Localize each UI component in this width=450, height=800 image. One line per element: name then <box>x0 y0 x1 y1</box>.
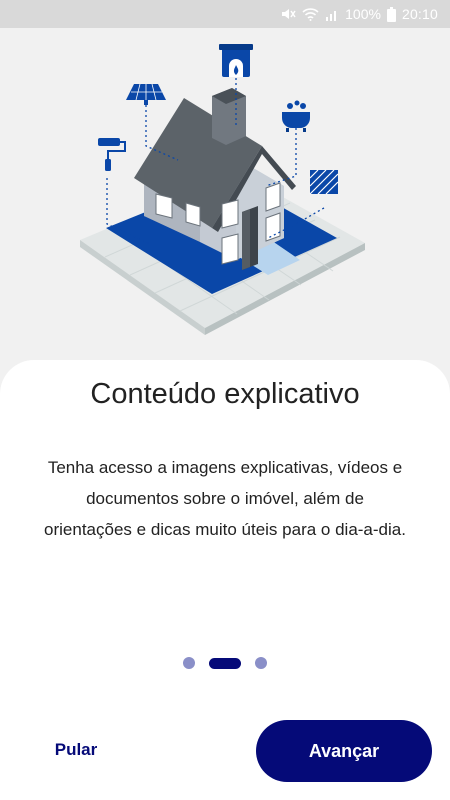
signal-icon <box>325 8 339 21</box>
battery-icon <box>386 6 396 22</box>
status-bar: 100% 20:10 <box>0 0 450 28</box>
wall-texture-icon <box>309 169 339 195</box>
solar-panel-icon <box>126 83 166 105</box>
battery-level: 100% <box>345 6 381 22</box>
bathtub-icon <box>282 100 310 132</box>
wifi-icon <box>302 7 319 21</box>
status-time: 20:10 <box>401 6 438 22</box>
page-dot-1[interactable] <box>183 657 195 669</box>
page-dot-3[interactable] <box>255 657 267 669</box>
page-description: Tenha acesso a imagens explicativas, víd… <box>44 458 406 539</box>
fireplace-icon <box>219 44 253 77</box>
page-title: Conteúdo explicativo <box>90 378 360 410</box>
page-indicator <box>0 656 450 670</box>
mute-icon <box>281 7 296 21</box>
paint-roller-icon <box>98 138 126 171</box>
house-illustration-icon <box>80 44 365 335</box>
page-dot-2-active[interactable] <box>209 657 241 669</box>
skip-button[interactable]: Pular <box>30 728 122 772</box>
next-button[interactable]: Avançar <box>256 720 432 782</box>
